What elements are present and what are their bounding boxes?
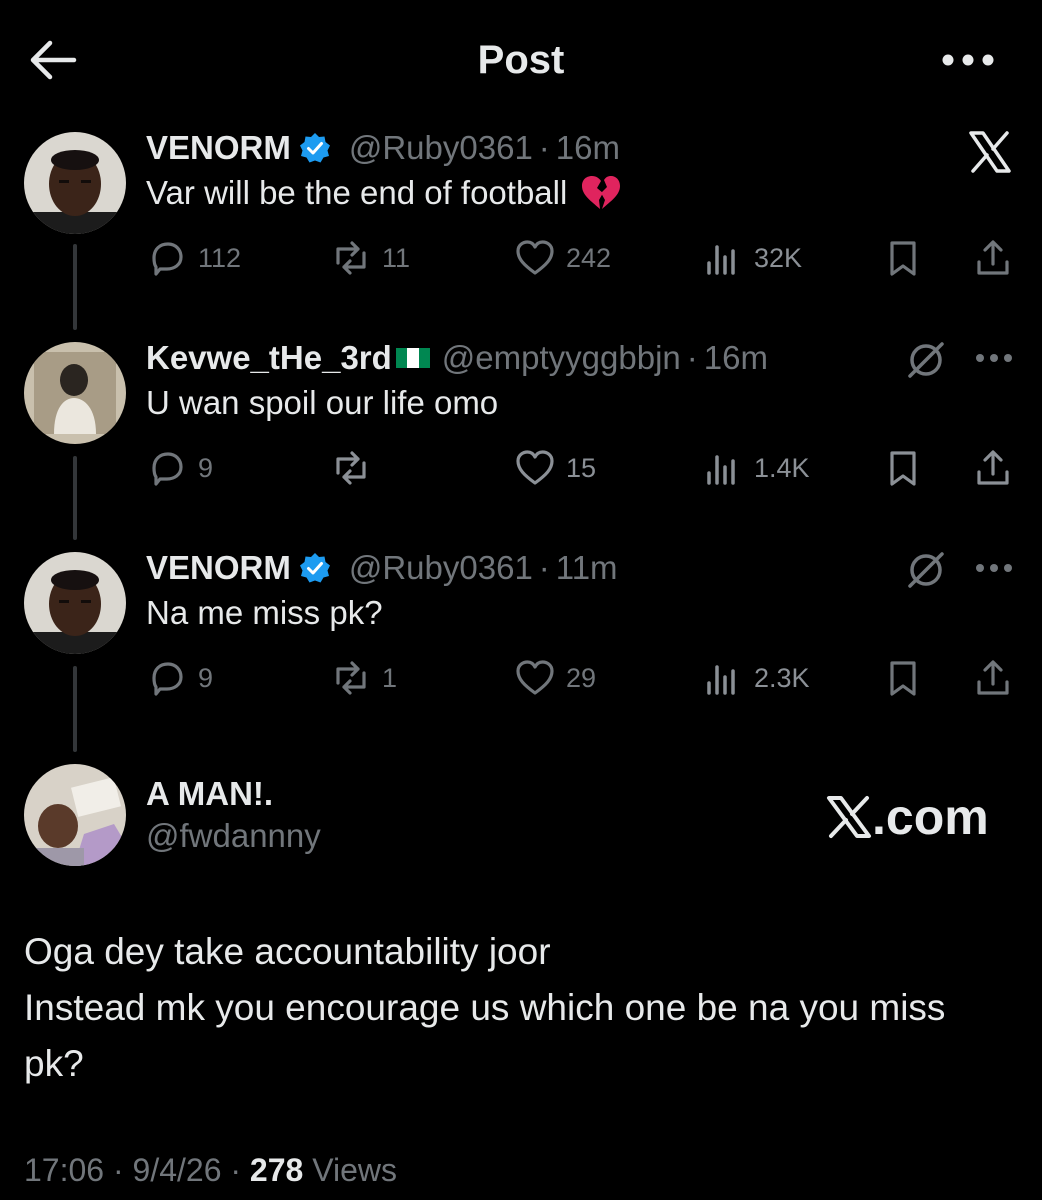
share-button[interactable] (972, 443, 1024, 493)
nigeria-flag-icon (395, 348, 430, 368)
views-icon (707, 245, 735, 275)
avatar-photo (24, 342, 126, 444)
separator-dot: · (230, 1152, 250, 1188)
like-button[interactable]: 242 (514, 233, 611, 283)
username[interactable]: @Ruby0361 (349, 549, 533, 587)
main-post-text: Oga dey take accountability joor Instead… (24, 924, 1024, 1092)
views-icon (707, 455, 735, 485)
thread-line (73, 666, 77, 752)
post-header: Kevwe_tHe_3rd @emptyyggbbjn · 16m (146, 336, 768, 380)
more-options-icon[interactable] (974, 561, 1014, 575)
share-button[interactable] (972, 233, 1024, 283)
x-logo-icon (969, 131, 1011, 173)
post-header: VENORM @Ruby0361 · 11m (146, 546, 618, 590)
bookmark-button[interactable] (882, 233, 934, 283)
like-button[interactable]: 15 (514, 443, 596, 493)
more-options-icon[interactable] (974, 351, 1014, 365)
avatar[interactable] (24, 552, 126, 654)
separator-dot: · (112, 1152, 133, 1188)
avatar-photo (24, 132, 126, 234)
repost-button[interactable] (330, 443, 382, 493)
bookmark-icon (890, 451, 916, 486)
username[interactable]: @emptyyggbbjn (442, 339, 681, 377)
display-name[interactable]: VENORM (146, 549, 291, 587)
verified-badge-icon (299, 133, 330, 163)
avatar-photo (24, 552, 126, 654)
bookmark-icon (890, 241, 916, 276)
text-line: Oga dey take accountability joor (24, 931, 551, 972)
text-line: pk? (24, 1043, 84, 1084)
x-logo-icon (827, 796, 871, 838)
action-bar: 9 1 29 2.3K (146, 653, 1016, 703)
display-name[interactable]: VENORM (146, 129, 291, 167)
grok-icon[interactable] (904, 548, 948, 592)
reply-button[interactable]: 112 (146, 233, 241, 283)
repost-icon (336, 661, 366, 695)
reply-icon (152, 662, 183, 696)
post-time: 17:06 (24, 1152, 105, 1188)
views-count[interactable]: 278 (250, 1152, 303, 1188)
reply-icon (152, 242, 183, 276)
post-date: 9/4/26 (132, 1152, 222, 1188)
views-button[interactable]: 1.4K (702, 443, 810, 493)
avatar[interactable] (24, 342, 126, 444)
heart-icon (516, 240, 554, 275)
avatar-photo (24, 764, 126, 866)
page-title: Post (477, 38, 565, 82)
grok-icon[interactable] (904, 338, 948, 382)
verified-badge-icon (299, 553, 330, 583)
main-post-name-row: A MAN!. (146, 772, 273, 816)
repost-button[interactable]: 1 (330, 653, 397, 703)
separator-dot: · (686, 339, 698, 376)
separator-dot: · (538, 549, 550, 586)
avatar[interactable] (24, 132, 126, 234)
timestamp[interactable]: 16m (556, 129, 620, 167)
main-post-handle-row: @fwdannny (146, 814, 321, 858)
action-bar: 9 15 1.4K (146, 443, 1016, 493)
views-label: Views (312, 1152, 397, 1188)
repost-button[interactable]: 11 (330, 233, 410, 283)
share-icon (977, 660, 1009, 695)
bookmark-button[interactable] (882, 653, 934, 703)
text-line: Instead mk you encourage us which one be… (24, 987, 946, 1028)
avatar[interactable] (24, 764, 126, 866)
views-button[interactable]: 32K (702, 233, 802, 283)
more-options-icon[interactable] (940, 50, 996, 70)
repost-icon (336, 451, 366, 485)
share-button[interactable] (972, 653, 1024, 703)
x-watermark: .com (826, 788, 989, 846)
thread-line (73, 456, 77, 540)
top-bar: Post (0, 0, 1042, 118)
broken-heart-icon (582, 176, 621, 209)
reply-icon (152, 452, 183, 486)
watermark-domain: .com (872, 789, 989, 845)
heart-icon (516, 450, 554, 485)
bookmark-icon (890, 661, 916, 696)
post-text: Var will be the end of football (146, 174, 621, 212)
views-icon (707, 665, 735, 695)
heart-icon (516, 660, 554, 695)
share-icon (977, 240, 1009, 275)
share-icon (977, 450, 1009, 485)
views-button[interactable]: 2.3K (702, 653, 810, 703)
reply-button[interactable]: 9 (146, 653, 213, 703)
post-text: U wan spoil our life omo (146, 384, 499, 421)
repost-icon (336, 241, 366, 275)
display-name[interactable]: A MAN!. (146, 775, 273, 813)
like-button[interactable]: 29 (514, 653, 596, 703)
bookmark-button[interactable] (882, 443, 934, 493)
post-text: Na me miss pk? (146, 594, 383, 631)
separator-dot: · (538, 129, 550, 166)
thread-line (73, 244, 77, 330)
timestamp[interactable]: 16m (704, 339, 768, 377)
username[interactable]: @Ruby0361 (349, 129, 533, 167)
post-header: VENORM @Ruby0361 · 16m (146, 126, 620, 170)
username[interactable]: @fwdannny (146, 817, 321, 855)
display-name[interactable]: Kevwe_tHe_3rd (146, 339, 392, 377)
action-bar: 112 11 242 32K (146, 233, 1016, 283)
post-meta: 17:06 · 9/4/26 · 278 Views (24, 1152, 397, 1189)
timestamp[interactable]: 11m (556, 549, 618, 587)
reply-button[interactable]: 9 (146, 443, 213, 493)
